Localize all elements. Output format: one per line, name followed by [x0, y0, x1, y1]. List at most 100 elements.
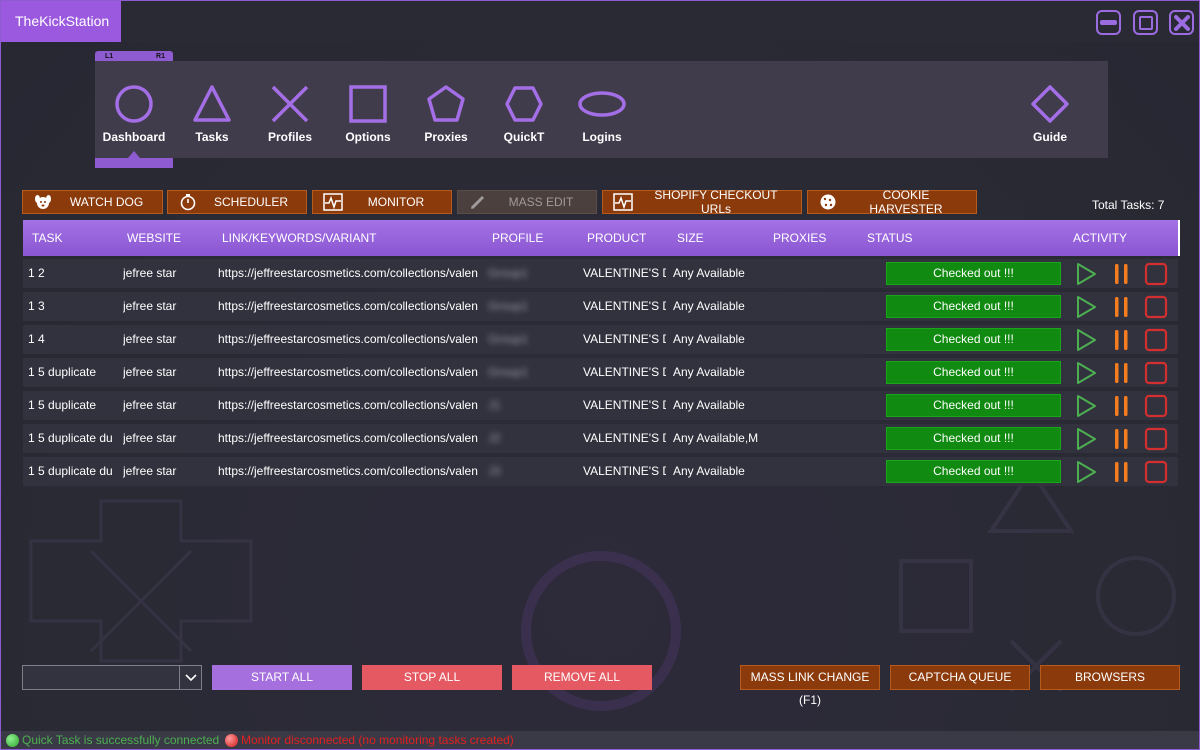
cell-proxies: [769, 292, 864, 321]
cell-proxies: [769, 457, 864, 486]
ellipse-icon: [578, 91, 626, 117]
nav-label: Proxies: [424, 130, 468, 144]
cell-link: https://jeffreestarcosmetics.com/collect…: [218, 464, 478, 478]
stop-icon[interactable]: [1144, 394, 1168, 418]
minimize-button[interactable]: [1096, 10, 1121, 35]
pause-icon[interactable]: [1110, 427, 1134, 451]
column-header-size[interactable]: SIZE: [677, 220, 704, 256]
stop-icon[interactable]: [1144, 427, 1168, 451]
nav-item-options[interactable]: Options: [328, 61, 408, 158]
cell-profile: J1: [488, 398, 501, 412]
cookie-harvester-button[interactable]: COOKIE HARVESTER: [807, 188, 977, 216]
cell-size: Any Available,M: [673, 431, 759, 445]
stop-icon[interactable]: [1144, 262, 1168, 286]
cell-product: VALENTINE'S D: [583, 299, 666, 313]
play-icon[interactable]: [1074, 394, 1098, 418]
play-icon[interactable]: [1074, 361, 1098, 385]
main-nav: Dashboard Tasks Profiles Options Proxies…: [95, 61, 1108, 158]
play-icon[interactable]: [1074, 295, 1098, 319]
scheduler-button[interactable]: SCHEDULER: [167, 190, 307, 214]
column-header-status[interactable]: STATUS: [867, 220, 913, 256]
pause-icon[interactable]: [1110, 361, 1134, 385]
stop-all-button[interactable]: STOP ALL: [362, 665, 502, 690]
column-header-website[interactable]: WEBSITE: [127, 220, 181, 256]
nav-item-proxies[interactable]: Proxies: [406, 61, 486, 158]
cell-proxies: [769, 358, 864, 387]
monitor-button[interactable]: MONITOR: [312, 190, 452, 214]
pause-icon[interactable]: [1110, 328, 1134, 352]
mass-link-change-button[interactable]: MASS LINK CHANGE (F1): [740, 665, 880, 707]
nav-label: Dashboard: [102, 130, 166, 144]
table-row[interactable]: 1 3 jefree star https://jeffreestarcosmeti…: [23, 292, 1178, 321]
heartbeat-icon: [323, 193, 343, 211]
table-row[interactable]: 1 5 duplicate du jefree star https://jeffr…: [23, 424, 1178, 453]
table-row[interactable]: 1 4 jefree star https://jeffreestarcosmeti…: [23, 325, 1178, 354]
captcha-queue-button[interactable]: CAPTCHA QUEUE: [890, 665, 1030, 690]
cell-link: https://jeffreestarcosmetics.com/collect…: [218, 398, 478, 412]
play-icon[interactable]: [1074, 262, 1098, 286]
browsers-button[interactable]: BROWSERS: [1040, 665, 1180, 690]
column-header-link[interactable]: LINK/KEYWORDS/VARIANT: [222, 220, 376, 256]
title-bar: TheKickStation: [1, 1, 1199, 42]
table-row[interactable]: 1 2 jefree star https://jeffreestarcosmeti…: [23, 259, 1178, 288]
remove-all-button[interactable]: REMOVE ALL: [512, 665, 652, 690]
play-icon[interactable]: [1074, 460, 1098, 484]
nav-item-guide[interactable]: Guide: [1010, 61, 1090, 158]
stop-icon[interactable]: [1144, 361, 1168, 385]
close-icon: [1173, 14, 1190, 31]
task-group-select[interactable]: [22, 665, 202, 690]
cookie-icon: [818, 193, 838, 211]
column-header-profile[interactable]: PROFILE: [492, 220, 543, 256]
nav-item-profiles[interactable]: Profiles: [250, 61, 330, 158]
play-icon[interactable]: [1074, 427, 1098, 451]
column-header-activity[interactable]: ACTIVITY: [1073, 220, 1127, 256]
chevron-down-icon[interactable]: [179, 666, 201, 689]
cell-link: https://jeffreestarcosmetics.com/collect…: [218, 332, 478, 346]
disconnected-status-icon: [225, 734, 238, 747]
nav-item-dashboard[interactable]: Dashboard: [94, 61, 174, 158]
mass-edit-button[interactable]: MASS EDIT: [457, 190, 597, 214]
cell-profile: J2: [488, 431, 501, 445]
cell-task: 1 3: [28, 299, 45, 313]
cell-proxies: [769, 259, 864, 288]
triangle-icon: [193, 85, 231, 122]
mass-edit-label: MASS EDIT: [508, 195, 574, 209]
pause-icon[interactable]: [1110, 460, 1134, 484]
scheduler-label: SCHEDULER: [213, 195, 288, 209]
watchdog-button[interactable]: WATCH DOG: [22, 190, 163, 214]
close-button[interactable]: [1169, 10, 1194, 35]
status-badge: Checked out !!!: [886, 427, 1061, 450]
cell-website: jefree star: [123, 266, 177, 280]
nav-item-quickt[interactable]: QuickT: [484, 61, 564, 158]
shopify-checkout-urls-button[interactable]: SHOPIFY CHECKOUT URLs: [602, 188, 802, 216]
nav-item-tasks[interactable]: Tasks: [172, 61, 252, 158]
cell-website: jefree star: [123, 332, 177, 346]
column-header-product[interactable]: PRODUCT: [587, 220, 646, 256]
maximize-icon: [1138, 15, 1153, 30]
maximize-button[interactable]: [1133, 10, 1158, 35]
app-window: TheKickStation L1 R1 Dashboard Tasks Pro…: [0, 0, 1200, 750]
pause-icon[interactable]: [1110, 295, 1134, 319]
cell-task: 1 5 duplicate du: [28, 431, 113, 445]
stop-icon[interactable]: [1144, 328, 1168, 352]
stop-icon[interactable]: [1144, 460, 1168, 484]
table-row[interactable]: 1 5 duplicate jefree star https://jeffrees…: [23, 358, 1178, 387]
start-all-button[interactable]: START ALL: [212, 665, 352, 690]
status-badge: Checked out !!!: [886, 295, 1061, 318]
pause-icon[interactable]: [1110, 262, 1134, 286]
nav-item-logins[interactable]: Logins: [562, 61, 642, 158]
play-icon[interactable]: [1074, 328, 1098, 352]
hexagon-icon: [505, 86, 543, 122]
app-title: TheKickStation: [1, 1, 121, 42]
cell-proxies: [769, 391, 864, 420]
pause-icon[interactable]: [1110, 394, 1134, 418]
column-header-task[interactable]: TASK: [32, 220, 62, 256]
table-row[interactable]: 1 5 duplicate jefree star https://jeffrees…: [23, 391, 1178, 420]
column-header-proxies[interactable]: PROXIES: [773, 220, 826, 256]
stop-icon[interactable]: [1144, 295, 1168, 319]
nav-label: Options: [345, 130, 391, 144]
cell-profile: Group1: [488, 332, 529, 346]
table-row[interactable]: 1 5 duplicate du jefree star https://jeffr…: [23, 457, 1178, 486]
cell-task: 1 2: [28, 266, 45, 280]
nav-label: Logins: [582, 130, 622, 144]
